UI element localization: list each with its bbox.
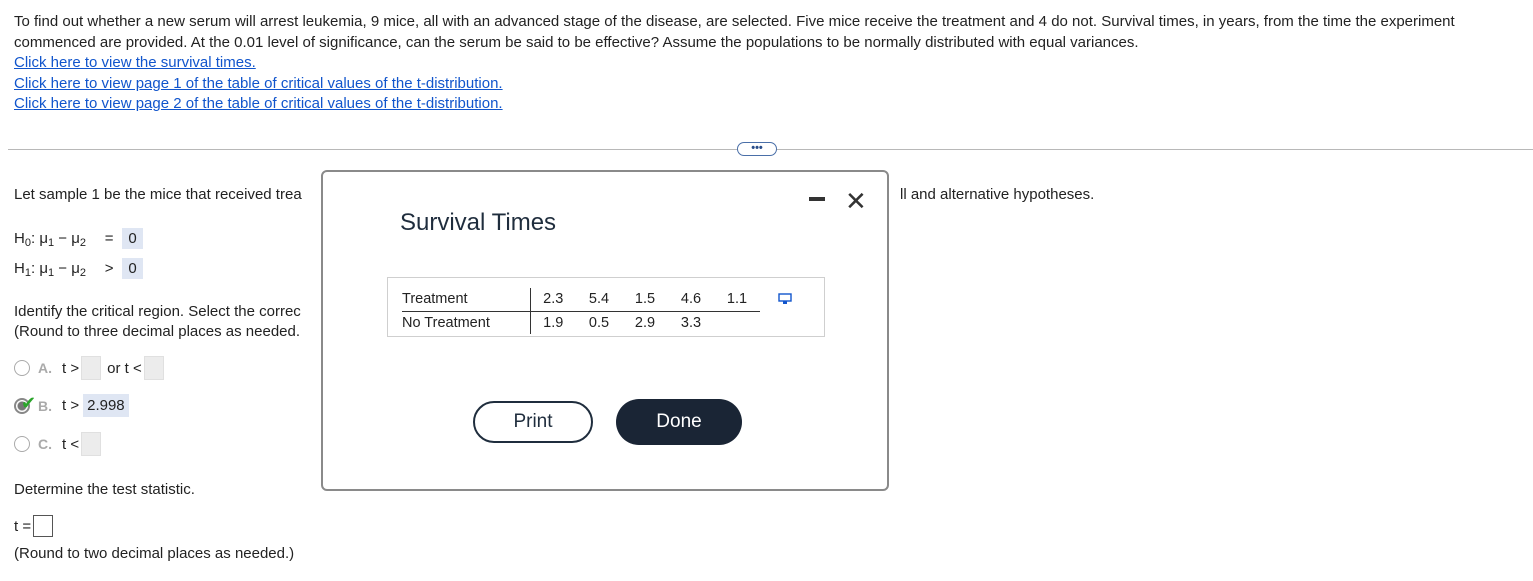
option-a-input-2[interactable]	[143, 356, 164, 380]
table-row: Treatment 2.3 5.4 1.5 4.6 1.1	[402, 288, 760, 312]
identify-critical-region-text: Identify the critical region. Select the…	[14, 303, 301, 340]
option-c-radio[interactable]	[14, 436, 30, 452]
round-two-note: (Round to two decimal places as needed.)	[14, 545, 295, 562]
option-a[interactable]: A. t > or t <	[14, 356, 164, 380]
h1-operator[interactable]: >	[102, 260, 116, 277]
option-c[interactable]: C. t <	[14, 432, 102, 456]
intro-text-tail: ll and alternative hypotheses.	[900, 186, 1095, 203]
problem-text: To find out whether a new serum will arr…	[14, 13, 1455, 51]
correct-checkmark-icon: ✔	[21, 393, 37, 413]
survival-table-box: Treatment 2.3 5.4 1.5 4.6 1.1 No Treatme…	[387, 277, 825, 337]
survival-times-link[interactable]: Click here to view the survival times.	[14, 53, 1514, 74]
alternative-hypothesis: H1: μ1 − μ2 > 0	[14, 258, 143, 279]
minimize-icon[interactable]	[809, 197, 825, 201]
option-c-input[interactable]	[81, 432, 102, 456]
t-statistic-input[interactable]	[33, 515, 54, 537]
null-hypothesis: H0: μ1 − μ2 = 0	[14, 228, 143, 249]
option-a-input-1[interactable]	[81, 356, 102, 380]
close-icon[interactable]: ✕	[845, 186, 867, 216]
survival-times-dialog: Survival Times ✕ Treatment 2.3 5.4 1.5 4…	[321, 170, 889, 491]
print-button[interactable]: Print	[473, 401, 593, 443]
t-table-page1-link[interactable]: Click here to view page 1 of the table o…	[14, 74, 1514, 95]
survival-table: Treatment 2.3 5.4 1.5 4.6 1.1 No Treatme…	[402, 288, 760, 334]
h0-value[interactable]: 0	[122, 228, 143, 249]
determine-statistic-text: Determine the test statistic.	[14, 481, 195, 498]
done-button[interactable]: Done	[616, 399, 742, 445]
option-a-radio[interactable]	[14, 360, 30, 376]
t-statistic-line: t =	[14, 515, 54, 537]
option-b-answer[interactable]: 2.998	[83, 394, 129, 417]
t-table-page2-link[interactable]: Click here to view page 2 of the table o…	[14, 94, 1514, 115]
table-row: No Treatment 1.9 0.5 2.9 3.3	[402, 311, 760, 334]
copy-data-icon[interactable]	[778, 292, 792, 309]
more-options-button[interactable]: •••	[737, 142, 777, 156]
h0-operator[interactable]: =	[102, 230, 116, 247]
intro-text: Let sample 1 be the mice that received t…	[14, 186, 302, 203]
problem-statement: To find out whether a new serum will arr…	[14, 12, 1514, 115]
h1-value[interactable]: 0	[122, 258, 143, 279]
dialog-title: Survival Times	[400, 209, 557, 236]
